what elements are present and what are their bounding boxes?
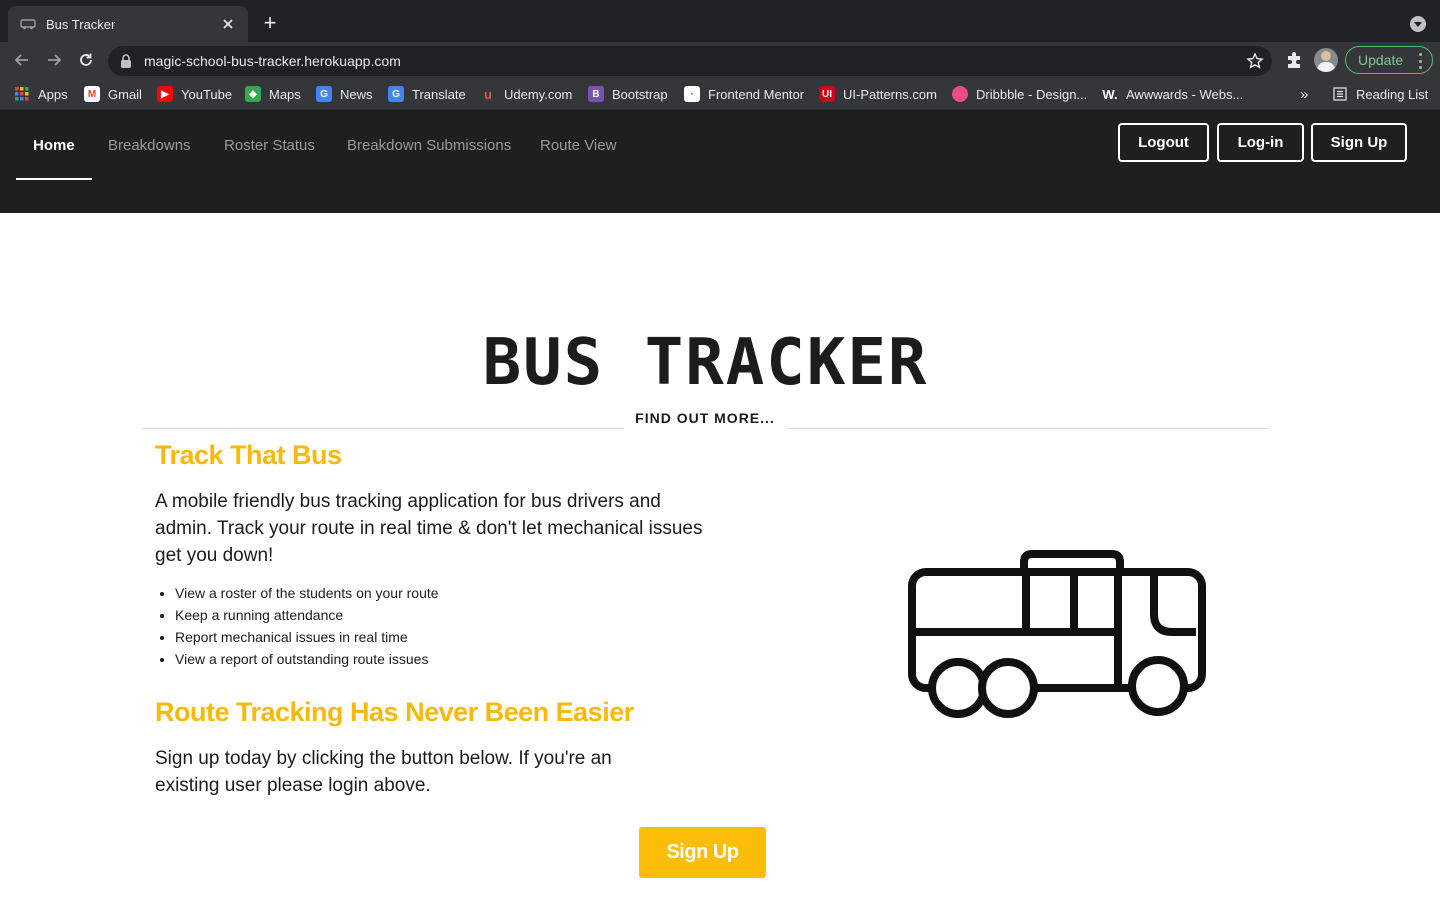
bookmark-label: Udemy.com [504,86,573,102]
extensions-puzzle-icon[interactable] [1284,50,1304,70]
apps-grid-icon [14,86,30,102]
bookmark-udemy[interactable]: u Udemy.com [480,78,572,110]
bookmark-label: Gmail [108,86,142,102]
bookmarks-bar: Apps M Gmail ▶ YouTube ◆ Maps G News G T… [0,78,1440,110]
bookmark-label: Awwwards - Webs... [1126,86,1244,102]
bookmark-label: News [340,86,373,102]
update-button[interactable]: Update [1345,46,1433,74]
reading-list-label: Reading List [1356,86,1429,102]
nav-breakdowns[interactable]: Breakdowns [108,134,191,180]
bookmark-awwwards[interactable]: W. Awwwards - Webs... [1102,78,1243,110]
bookmark-label: Apps [38,86,68,102]
nav-home[interactable]: Home [16,134,92,180]
ui-patterns-icon: UI [819,86,835,102]
divider-right [787,428,1269,429]
bookmark-ui-patterns[interactable]: UI UI-Patterns.com [819,78,937,110]
bookmark-translate[interactable]: G Translate [388,78,466,110]
bookmark-dribbble[interactable]: Dribbble - Design... [952,78,1087,110]
bookmark-label: YouTube [181,86,233,102]
tab-search-icon[interactable] [1410,16,1426,32]
intro-paragraph: A mobile friendly bus tracking applicati… [155,491,703,566]
browser-tab[interactable]: Bus Tracker [8,6,248,42]
youtube-icon: ▶ [157,86,173,102]
bookmark-label: Translate [412,86,466,102]
bookmark-news[interactable]: G News [316,78,373,110]
address-bar[interactable]: magic-school-bus-tracker.herokuapp.com [108,46,1272,76]
url-text: magic-school-bus-tracker.herokuapp.com [144,53,401,69]
news-icon: G [316,86,332,102]
bookmark-label: Maps [269,86,301,102]
new-tab-icon[interactable]: + [258,12,282,36]
logout-button[interactable]: Logout [1118,123,1209,162]
dribbble-icon [952,86,968,102]
signup-cta-button[interactable]: Sign Up [639,827,766,878]
lock-icon [120,54,134,68]
update-label: Update [1358,52,1404,68]
list-item: Keep a running attendance [175,604,439,626]
reading-list-icon [1332,86,1348,102]
tab-title: Bus Tracker [46,16,116,32]
nav-roster-status[interactable]: Roster Status [224,134,315,180]
bookmark-maps[interactable]: ◆ Maps [245,78,301,110]
awwwards-icon: W. [1102,86,1118,102]
bus-favicon-icon [20,16,36,32]
bookmark-label: Dribbble - Design... [976,86,1088,102]
back-icon[interactable] [10,48,34,72]
section-heading-route: Route Tracking Has Never Been Easier [155,697,634,727]
bookmark-label: Frontend Mentor [708,86,805,102]
forward-icon[interactable] [42,48,66,72]
list-item: View a report of outstanding route issue… [175,648,439,670]
list-item: View a roster of the students on your ro… [175,582,439,604]
close-tab-icon[interactable] [220,16,236,32]
more-bookmarks-chevron-icon[interactable]: » [1300,78,1308,110]
bookmark-apps[interactable]: Apps [14,78,68,110]
page-title: BUS TRACKER [482,326,929,400]
signup-nav-button[interactable]: Sign Up [1311,123,1407,162]
gmail-icon: M [84,86,100,102]
udemy-icon: u [484,86,492,102]
bookmark-label: Bootstrap [612,86,668,102]
bookmark-frontend-mentor[interactable]: · Frontend Mentor [684,78,804,110]
signup-paragraph: Sign up today by clicking the button bel… [155,748,612,796]
bookmark-label: UI-Patterns.com [843,86,937,102]
browser-toolbar: magic-school-bus-tracker.herokuapp.com U… [0,42,1440,78]
find-out-more-label: FIND OUT MORE... [635,410,775,426]
bookmark-star-icon[interactable] [1246,52,1264,70]
nav-breakdown-submissions[interactable]: Breakdown Submissions [347,134,511,180]
bookmark-gmail[interactable]: M Gmail [84,78,142,110]
reading-list[interactable]: Reading List [1332,78,1428,110]
list-item: Report mechanical issues in real time [175,626,439,648]
bookmark-youtube[interactable]: ▶ YouTube [157,78,232,110]
translate-icon: G [388,86,404,102]
bootstrap-icon: B [588,86,604,102]
profile-avatar[interactable] [1314,48,1338,72]
maps-icon: ◆ [245,86,261,102]
bookmark-bootstrap[interactable]: B Bootstrap [588,78,668,110]
bus-illustration-icon [906,548,1208,722]
section-heading-track: Track That Bus [155,440,342,470]
reload-icon[interactable] [74,48,98,72]
login-button[interactable]: Log-in [1217,123,1304,162]
feature-list: View a roster of the students on your ro… [155,582,439,670]
nav-route-view[interactable]: Route View [540,134,616,180]
frontend-mentor-icon: · [684,86,700,102]
divider-left [142,428,624,429]
more-menu-icon[interactable] [1418,53,1422,69]
site-navbar: Home Breakdowns Roster Status Breakdown … [0,110,1440,213]
browser-tab-strip: Bus Tracker + [0,0,1440,42]
